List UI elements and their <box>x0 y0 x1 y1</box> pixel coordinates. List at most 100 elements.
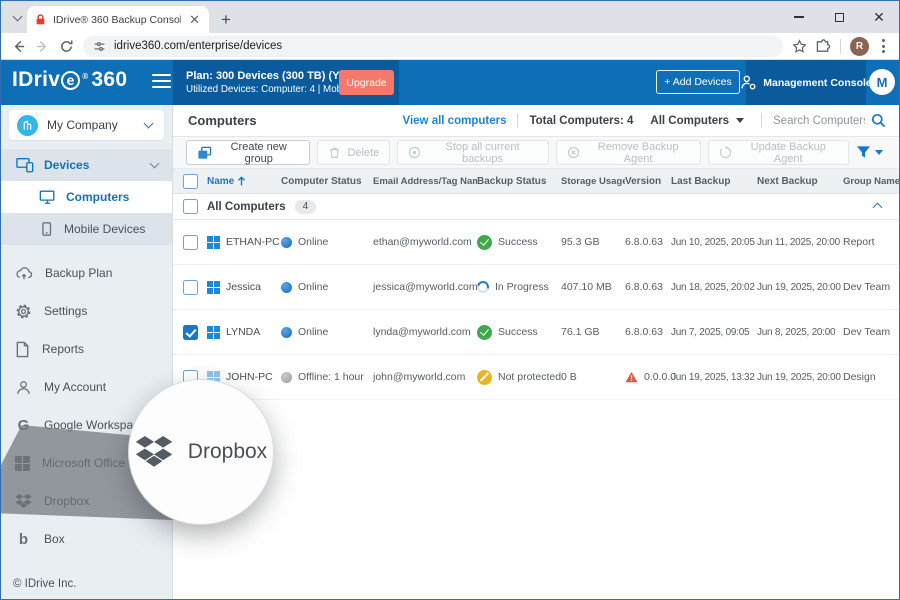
window-close-button[interactable]: ✕ <box>859 1 899 33</box>
column-storage[interactable]: Storage Usage <box>561 176 625 187</box>
windows-icon <box>207 281 220 294</box>
search-input[interactable] <box>773 115 865 127</box>
select-all-checkbox[interactable] <box>183 174 198 189</box>
column-email[interactable]: Email Address/Tag Name <box>373 176 477 187</box>
agent-version: 6.8.0.63 <box>625 236 671 248</box>
collapse-group-icon[interactable] <box>874 198 881 216</box>
row-checkbox[interactable] <box>183 280 198 295</box>
tab-search-button[interactable] <box>9 10 25 26</box>
table-header: Name Computer Status Email Address/Tag N… <box>173 169 899 194</box>
column-last-backup[interactable]: Last Backup <box>671 176 757 187</box>
remove-agent-button[interactable]: Remove Backup Agent <box>556 140 702 165</box>
success-icon <box>477 325 492 340</box>
trash-icon <box>328 146 341 159</box>
online-status-icon <box>281 282 292 293</box>
row-checkbox[interactable] <box>183 325 198 340</box>
column-backup-status[interactable]: Backup Status <box>477 176 561 187</box>
person-icon <box>15 379 32 396</box>
upgrade-button[interactable]: Upgrade <box>339 70 394 95</box>
divider <box>517 113 518 128</box>
sidebar-item-reports[interactable]: Reports <box>1 334 172 364</box>
in-progress-icon <box>475 279 491 295</box>
caret-down-icon <box>875 150 883 155</box>
new-tab-button[interactable]: + <box>221 11 231 28</box>
table-row[interactable]: ETHAN-PC Online ethan@myworld.com Succes… <box>173 220 899 265</box>
column-computer-status[interactable]: Computer Status <box>281 176 373 187</box>
search-icon[interactable] <box>871 113 886 128</box>
create-new-group-button[interactable]: Create new group <box>186 140 310 165</box>
column-version[interactable]: Version <box>625 176 671 187</box>
tab-title: IDrive® 360 Backup Console fo <box>53 14 181 26</box>
management-person-icon <box>740 74 757 91</box>
computers-scope-dropdown[interactable]: All Computers <box>650 115 744 127</box>
agent-version: 6.8.0.63 <box>625 326 671 338</box>
add-devices-button[interactable]: + Add Devices <box>656 70 740 94</box>
bookmark-star-icon[interactable] <box>792 39 807 54</box>
table-row[interactable]: JOHN-PC Offline: 1 hour john@myworld.com… <box>173 355 899 400</box>
window-minimize-button[interactable] <box>779 1 819 33</box>
column-group[interactable]: Group Name <box>843 176 899 187</box>
sidebar-item-my-account[interactable]: My Account <box>1 372 172 402</box>
delete-button[interactable]: Delete <box>317 140 390 165</box>
create-group-icon <box>197 146 212 160</box>
reload-icon[interactable] <box>59 39 74 54</box>
filter-funnel-icon <box>856 145 871 160</box>
browser-tab[interactable]: IDrive® 360 Backup Console fo ✕ <box>27 6 209 33</box>
extensions-icon[interactable] <box>816 39 831 54</box>
devices-icon <box>16 157 34 173</box>
browser-profile-avatar[interactable]: R <box>850 37 869 56</box>
management-console-button[interactable]: Management Console <box>746 60 866 105</box>
toolbar-divider <box>840 39 841 54</box>
microsoft-icon <box>15 456 30 471</box>
view-all-computers-link[interactable]: View all computers <box>403 115 507 127</box>
sidebar-item-settings[interactable]: Settings <box>1 296 172 326</box>
email-address: ethan@myworld.com <box>373 236 477 248</box>
group-row-all-computers[interactable]: All Computers 4 <box>173 194 899 220</box>
sidebar-item-box[interactable]: b Box <box>1 524 172 554</box>
agent-version: 6.8.0.63 <box>625 281 671 293</box>
user-avatar[interactable]: M <box>869 69 895 95</box>
sidebar-item-computers[interactable]: Computers <box>1 181 172 213</box>
company-selector[interactable]: My Company <box>9 110 164 140</box>
sidebar-footer: © IDrive Inc. <box>13 578 76 590</box>
mobile-icon <box>39 221 54 237</box>
computer-name: LYNDA <box>226 326 260 338</box>
sidebar-item-backup-plan[interactable]: Backup Plan <box>1 258 172 288</box>
column-name[interactable]: Name <box>207 176 281 187</box>
caret-down-icon <box>736 118 744 123</box>
group-checkbox[interactable] <box>183 199 198 214</box>
table-row[interactable]: LYNDA Online lynda@myworld.com Success 7… <box>173 310 899 355</box>
column-next-backup[interactable]: Next Backup <box>757 176 843 187</box>
email-address: john@myworld.com <box>373 371 477 383</box>
sidebar-item-mobile-devices[interactable]: Mobile Devices <box>1 213 172 245</box>
sidebar-item-devices[interactable]: Devices <box>1 149 172 181</box>
windows-icon <box>207 236 220 249</box>
browser-menu-icon[interactable] <box>878 39 889 53</box>
tab-close-icon[interactable]: ✕ <box>187 13 202 26</box>
online-status-icon <box>281 237 292 248</box>
dropbox-icon-large <box>135 436 173 469</box>
update-agent-button[interactable]: Update Backup Agent <box>708 140 849 165</box>
address-bar[interactable]: idrive360.com/enterprise/devices <box>83 36 783 57</box>
not-protected-icon <box>477 370 492 385</box>
utilized-devices: Utilized Devices: Computer: 4 | Mobile: … <box>186 84 337 95</box>
idrive-360-logo: IDrive®360 <box>12 68 127 92</box>
row-checkbox[interactable] <box>183 235 198 250</box>
storage-usage: 76.1 GB <box>561 326 625 338</box>
group-name: Dev Team <box>843 281 899 293</box>
forward-icon[interactable] <box>35 39 50 54</box>
table-toolbar: Create new group Delete Stop all current… <box>173 137 899 169</box>
stop-backups-button[interactable]: Stop all current backups <box>397 140 548 165</box>
hamburger-menu-icon[interactable] <box>152 74 171 88</box>
window-maximize-button[interactable] <box>819 1 859 33</box>
back-icon[interactable] <box>11 39 26 54</box>
storage-usage: 95.3 GB <box>561 236 625 248</box>
sort-ascending-icon <box>237 176 246 186</box>
search-box <box>773 113 886 128</box>
chevron-down-icon <box>150 159 160 169</box>
table-row[interactable]: Jessica Online jessica@myworld.com In Pr… <box>173 265 899 310</box>
filter-button[interactable] <box>856 145 886 160</box>
magnifier-circle: Dropbox <box>128 379 274 525</box>
last-backup: Jun 7, 2025, 09:05 <box>671 327 757 338</box>
site-info-icon[interactable] <box>93 40 106 53</box>
